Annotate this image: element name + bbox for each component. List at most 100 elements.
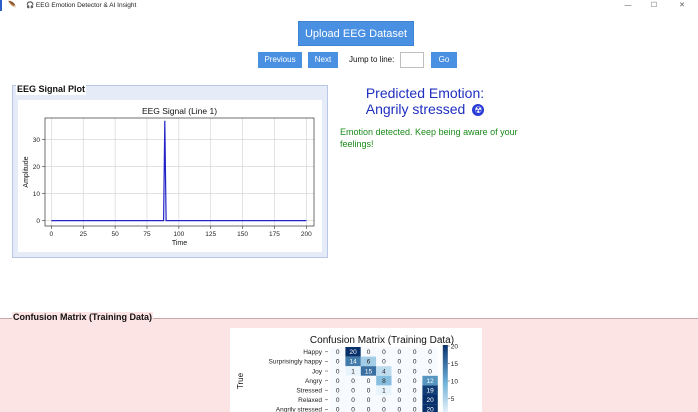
confusion-matrix-svg: Confusion Matrix (Training Data) Happy 0 20… <box>236 335 459 412</box>
cm-cell-label: 0 <box>413 378 417 385</box>
cm-cell-label: 0 <box>367 378 371 385</box>
cm-cell-label: 20 <box>349 349 357 356</box>
cm-cell-label: 0 <box>397 359 401 366</box>
previous-button[interactable]: Previous <box>258 52 302 68</box>
x-tick-label: 150 <box>237 231 248 238</box>
y-tick-label: 0 <box>36 218 40 225</box>
cm-cell-label: 20 <box>426 397 434 404</box>
feather-icon: 🪶 <box>8 2 17 9</box>
eeg-chart-svg: EEG Signal (Line 1)0 25 50 75 100 125 150 175 20… <box>23 106 315 247</box>
cm-cell-label: 0 <box>351 407 355 412</box>
title-bar: 🪶 🎧 EEG Emotion Detector & AI Insight — … <box>0 0 698 11</box>
chart-title: EEG Signal (Line 1) <box>142 106 217 116</box>
cm-cell-label: 0 <box>397 407 401 412</box>
predicted-emotion-value-row: Angrily stressed ☢ <box>340 101 510 118</box>
cm-cell-label: 0 <box>428 368 432 375</box>
cm-y-axis-label: True <box>236 372 245 389</box>
cm-cell-label: 0 <box>367 407 371 412</box>
x-tick-label: 200 <box>301 231 312 238</box>
upload-eeg-dataset-button[interactable]: Upload EEG Dataset <box>298 21 414 46</box>
cm-cell-label: 0 <box>336 397 340 404</box>
confusion-matrix-legend: Confusion Matrix (Training Data) <box>12 312 154 323</box>
cm-cell-label: 0 <box>397 349 401 356</box>
cm-cell-label: 15 <box>365 368 373 375</box>
cm-cell-label: 0 <box>413 359 417 366</box>
cm-cell-label: 0 <box>428 349 432 356</box>
cm-cell-label: 0 <box>367 388 371 395</box>
cm-cell-label: 0 <box>336 388 340 395</box>
cm-cell-label: 0 <box>382 349 386 356</box>
y-tick-label: 30 <box>33 137 41 144</box>
cm-cell-label: 12 <box>426 378 434 385</box>
cm-cell-label: 0 <box>336 359 340 366</box>
cm-colorbar-tick-label: 20 <box>451 343 459 350</box>
cm-row-label: Stressed <box>296 388 322 395</box>
cm-cell-label: 0 <box>336 368 340 375</box>
cm-cell-label: 0 <box>336 407 340 412</box>
cm-cell-label: 0 <box>351 397 355 404</box>
y-tick-label: 10 <box>33 191 41 198</box>
y-tick-label: 20 <box>33 164 41 171</box>
cm-cell-label: 0 <box>413 397 417 404</box>
cm-cell-label: 0 <box>351 388 355 395</box>
jump-to-line-input[interactable] <box>400 52 424 68</box>
cm-cell-label: 0 <box>336 349 340 356</box>
eeg-signal-chart: EEG Signal (Line 1) 0 25 50 75 100 125 150 175 20… <box>18 100 322 252</box>
x-tick-label: 100 <box>173 231 184 238</box>
cm-cell-label: 0 <box>428 359 432 366</box>
emotion-message: Emotion detected. Keep being aware of yo… <box>340 127 518 149</box>
x-tick-label: 0 <box>50 231 54 238</box>
cm-row-label: Happy <box>303 349 323 356</box>
cm-cell-label: 0 <box>351 378 355 385</box>
x-tick-label: 75 <box>143 231 151 238</box>
minimize-button[interactable]: — <box>616 0 640 11</box>
x-tick-label: 125 <box>205 231 216 238</box>
cm-cell-label: 20 <box>426 407 434 412</box>
go-button[interactable]: Go <box>431 52 457 68</box>
cm-cell-label: 0 <box>367 349 371 356</box>
cm-cell-label: 6 <box>367 359 371 366</box>
cm-cell-label: 0 <box>397 368 401 375</box>
cm-cell-label: 1 <box>382 388 386 395</box>
cm-cell-label: 0 <box>413 349 417 356</box>
close-button[interactable]: ✕ <box>670 0 694 11</box>
cm-row-label: Relaxed <box>298 397 322 404</box>
eeg-plot-legend: EEG Signal Plot <box>16 84 87 95</box>
predicted-emotion-title: Predicted Emotion: <box>365 85 485 101</box>
maximize-button[interactable]: ☐ <box>642 0 666 11</box>
x-axis-label: Time <box>172 240 187 247</box>
cm-cell-label: 8 <box>382 378 386 385</box>
next-button[interactable]: Next <box>308 52 338 68</box>
cm-cell-label: 14 <box>349 359 357 366</box>
jump-to-line-label: Jump to line: <box>349 55 395 64</box>
cm-row-label: Surprisingly happy <box>269 359 323 366</box>
cm-colorbar-tick-label: 15 <box>451 361 459 368</box>
cm-cell-label: 0 <box>367 397 371 404</box>
y-axis-label: Amplitude <box>23 156 30 187</box>
x-tick-label: 175 <box>269 231 280 238</box>
cm-cell-label: 0 <box>382 397 386 404</box>
cm-colorbar <box>442 345 448 412</box>
x-tick-label: 25 <box>80 231 88 238</box>
cm-cell-label: 0 <box>336 378 340 385</box>
cm-row-label: Angrily stressed <box>276 407 323 412</box>
window-title: 🎧 EEG Emotion Detector & AI Insight <box>26 2 137 9</box>
cm-cell-label: 0 <box>397 388 401 395</box>
cm-cell-label: 4 <box>382 368 386 375</box>
cm-cell-label: 1 <box>351 368 355 375</box>
confusion-matrix-chart: Confusion Matrix (Training Data) Happy 0 20… <box>230 328 482 412</box>
x-tick-label: 50 <box>112 231 120 238</box>
cm-cell-label: 0 <box>413 388 417 395</box>
cm-cell-label: 0 <box>413 368 417 375</box>
cm-cell-label: 0 <box>382 359 386 366</box>
predicted-emotion-value: Angrily stressed <box>365 101 466 117</box>
radioactive-icon: ☢ <box>472 104 485 117</box>
cm-cell-label: 19 <box>426 388 434 395</box>
cm-cell-label: 0 <box>397 378 401 385</box>
cm-title: Confusion Matrix (Training Data) <box>310 335 454 346</box>
cm-cell-label: 0 <box>413 407 417 412</box>
cm-cell-label: 0 <box>397 397 401 404</box>
plot-area-border <box>44 117 315 227</box>
cm-colorbar-tick-label: 5 <box>451 396 455 403</box>
cm-row-label: Angry <box>305 378 323 385</box>
